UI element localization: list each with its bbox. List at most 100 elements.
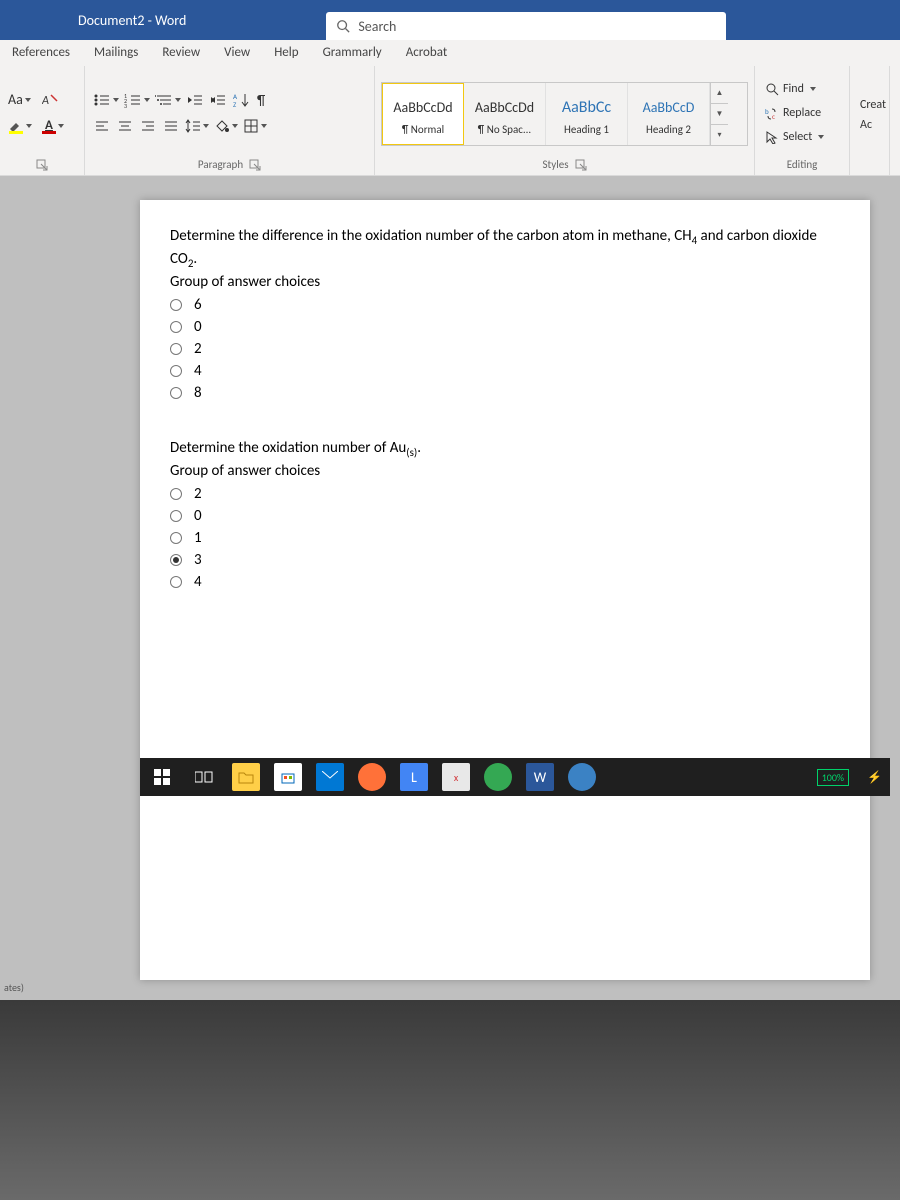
page[interactable]: Determine the difference in the oxidatio… xyxy=(140,200,870,980)
search-icon xyxy=(336,19,350,33)
q2-choice-3[interactable]: 3 xyxy=(170,549,840,571)
q1-choice-3[interactable]: 4 xyxy=(170,360,840,382)
ribbon: Aa A A xyxy=(0,66,900,176)
gallery-down[interactable]: ▼ xyxy=(711,104,728,125)
tab-mailings[interactable]: Mailings xyxy=(82,41,150,66)
align-left-icon xyxy=(94,118,110,134)
line-spacing-button[interactable] xyxy=(183,114,211,138)
app-l-button[interactable]: L xyxy=(400,763,428,791)
q1-choice-1[interactable]: 0 xyxy=(170,316,840,338)
numbering-button[interactable]: 123 xyxy=(122,88,152,112)
align-center-button[interactable] xyxy=(114,114,136,138)
pilcrow-icon: ¶ xyxy=(257,92,271,108)
align-right-icon xyxy=(140,118,156,134)
styles-gallery: AaBbCcDd ¶ Normal AaBbCcDd ¶ No Spac... … xyxy=(381,82,748,146)
bezel xyxy=(0,1000,900,1200)
font-dialog-launcher[interactable] xyxy=(36,159,48,171)
increase-indent-button[interactable] xyxy=(207,88,229,112)
svg-text:3: 3 xyxy=(124,102,127,108)
tab-references[interactable]: References xyxy=(0,41,82,66)
bullets-icon xyxy=(93,92,111,108)
q2-choice-4[interactable]: 4 xyxy=(170,571,840,593)
group-partial: Creat Ac xyxy=(850,66,890,175)
q1-choice-4[interactable]: 8 xyxy=(170,382,840,404)
style-heading1[interactable]: AaBbCc Heading 1 xyxy=(546,83,628,145)
edge-button[interactable] xyxy=(484,763,512,791)
q1-choice-2[interactable]: 2 xyxy=(170,338,840,360)
svg-text:Z: Z xyxy=(233,100,237,108)
tab-view[interactable]: View xyxy=(212,41,262,66)
style-heading2[interactable]: AaBbCcD Heading 2 xyxy=(628,83,710,145)
clear-format-icon: A xyxy=(42,92,58,108)
justify-button[interactable] xyxy=(160,114,182,138)
shading-button[interactable] xyxy=(212,114,240,138)
q2-text: Determine the oxidation number of Au(s). xyxy=(170,438,840,461)
line-spacing-icon xyxy=(185,118,201,134)
tab-acrobat[interactable]: Acrobat xyxy=(394,41,460,66)
firefox-button[interactable] xyxy=(358,763,386,791)
svg-text:A: A xyxy=(42,94,49,108)
start-button[interactable] xyxy=(148,763,176,791)
store-button[interactable] xyxy=(274,763,302,791)
sort-button[interactable]: AZ xyxy=(230,88,252,112)
highlight-button[interactable] xyxy=(6,114,34,138)
mail-button[interactable] xyxy=(316,763,344,791)
search-placeholder: Search xyxy=(358,18,396,35)
gallery-up[interactable]: ▲ xyxy=(711,83,728,104)
paint-bucket-icon xyxy=(214,118,230,134)
explorer-button[interactable] xyxy=(232,763,260,791)
q2-choice-2[interactable]: 1 xyxy=(170,527,840,549)
replace-icon: bc xyxy=(765,106,779,120)
clear-formatting-button[interactable]: A xyxy=(39,88,61,112)
q2-choice-1[interactable]: 0 xyxy=(170,505,840,527)
find-icon xyxy=(765,82,779,96)
partial-b: Ac xyxy=(856,114,883,132)
plug-icon: ⚡ xyxy=(867,770,882,785)
browser-button[interactable] xyxy=(568,763,596,791)
align-right-button[interactable] xyxy=(137,114,159,138)
task-view-button[interactable] xyxy=(190,763,218,791)
select-button[interactable]: Select xyxy=(761,126,843,148)
taskview-icon xyxy=(195,770,213,784)
change-case-button[interactable]: Aa xyxy=(6,88,33,112)
question-2: Determine the oxidation number of Au(s).… xyxy=(170,438,840,593)
font-color-button[interactable]: A xyxy=(40,114,66,138)
gallery-more[interactable]: ▾ xyxy=(711,125,728,145)
style-no-spacing[interactable]: AaBbCcDd ¶ No Spac... xyxy=(464,83,546,145)
svg-text:c: c xyxy=(772,112,775,120)
borders-button[interactable] xyxy=(241,114,269,138)
svg-text:¶: ¶ xyxy=(257,92,265,108)
replace-button[interactable]: bc Replace xyxy=(761,102,843,124)
document-area[interactable]: Determine the difference in the oxidatio… xyxy=(0,176,900,1006)
folder-icon xyxy=(238,770,254,784)
ribbon-tabs: References Mailings Review View Help Gra… xyxy=(0,40,900,66)
left-status-text: ates) xyxy=(4,981,24,994)
group-editing: Find bc Replace Select Editing xyxy=(755,66,850,175)
sort-icon: AZ xyxy=(233,92,249,108)
show-marks-button[interactable]: ¶ xyxy=(253,88,275,112)
align-left-button[interactable] xyxy=(91,114,113,138)
decrease-indent-button[interactable] xyxy=(184,88,206,112)
select-icon xyxy=(765,130,779,144)
multilevel-list-button[interactable] xyxy=(153,88,183,112)
q1-choice-0[interactable]: 6 xyxy=(170,294,840,316)
borders-icon xyxy=(243,118,259,134)
windows-icon xyxy=(154,769,170,785)
search-box[interactable]: Search xyxy=(326,12,726,40)
style-normal[interactable]: AaBbCcDd ¶ Normal xyxy=(382,83,464,145)
styles-dialog-launcher[interactable] xyxy=(575,159,587,171)
styles-label: Styles xyxy=(542,157,568,173)
tab-grammarly[interactable]: Grammarly xyxy=(311,41,394,66)
tab-help[interactable]: Help xyxy=(262,41,310,66)
word-button[interactable]: W xyxy=(526,763,554,791)
numbering-icon: 123 xyxy=(124,92,142,108)
paragraph-dialog-launcher[interactable] xyxy=(249,159,261,171)
window-title: Document2 - Word xyxy=(78,12,186,29)
app-x-button[interactable]: x xyxy=(442,763,470,791)
q2-group-label: Group of answer choices xyxy=(170,461,840,481)
q2-choice-0[interactable]: 2 xyxy=(170,483,840,505)
tab-review[interactable]: Review xyxy=(150,41,212,66)
find-button[interactable]: Find xyxy=(761,78,843,100)
bullets-button[interactable] xyxy=(91,88,121,112)
group-paragraph: 123 AZ ¶ Paragraph xyxy=(85,66,375,175)
